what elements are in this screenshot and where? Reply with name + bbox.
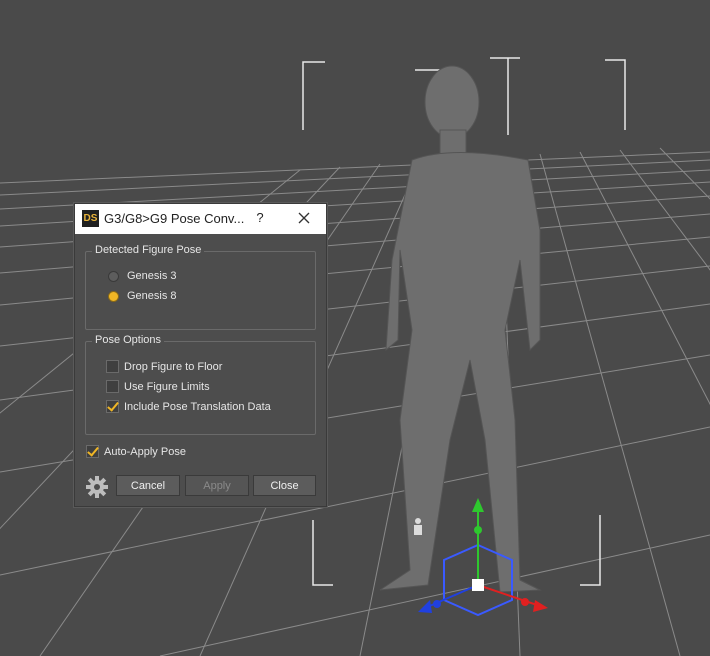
detected-figure-pose-group: Detected Figure Pose Genesis 3 Genesis 8 bbox=[85, 244, 316, 330]
detected-figure-pose-label: Detected Figure Pose bbox=[92, 244, 205, 256]
checkbox-checked[interactable] bbox=[106, 400, 119, 413]
pose-options-label: Pose Options bbox=[92, 334, 165, 346]
radio-label: Genesis 3 bbox=[127, 270, 177, 282]
checkbox-use-figure-limits[interactable]: Use Figure Limits bbox=[106, 380, 210, 393]
daz-studio-logo-icon: DS bbox=[82, 210, 99, 227]
figure-pick-icon[interactable] bbox=[414, 518, 422, 535]
dialog-title: G3/G8>G9 Pose Conv... bbox=[104, 211, 245, 226]
checkbox-label: Include Pose Translation Data bbox=[124, 400, 271, 413]
radio-button[interactable] bbox=[108, 270, 119, 282]
checkbox-checked[interactable] bbox=[86, 445, 99, 458]
help-button[interactable]: ? bbox=[253, 210, 267, 225]
checkbox-label: Use Figure Limits bbox=[124, 380, 210, 393]
close-icon[interactable] bbox=[295, 209, 313, 227]
apply-button[interactable]: Apply bbox=[185, 475, 249, 496]
checkbox[interactable] bbox=[106, 360, 119, 373]
gear-icon[interactable] bbox=[85, 475, 109, 499]
checkbox-label: Auto-Apply Pose bbox=[104, 445, 186, 458]
close-button[interactable]: Close bbox=[253, 475, 316, 496]
radio-button-selected[interactable] bbox=[108, 290, 119, 302]
radio-genesis-3[interactable]: Genesis 3 bbox=[108, 270, 177, 282]
checkbox-label: Drop Figure to Floor bbox=[124, 360, 223, 373]
cancel-button[interactable]: Cancel bbox=[116, 475, 180, 496]
checkbox-include-pose-translation-data[interactable]: Include Pose Translation Data bbox=[106, 400, 271, 413]
checkbox[interactable] bbox=[106, 380, 119, 393]
pose-converter-dialog: DS G3/G8>G9 Pose Conv... ? Detected Figu… bbox=[74, 203, 327, 507]
radio-label: Genesis 8 bbox=[127, 290, 177, 302]
checkbox-auto-apply-pose[interactable]: Auto-Apply Pose bbox=[86, 445, 186, 458]
radio-genesis-8[interactable]: Genesis 8 bbox=[108, 290, 177, 302]
checkbox-drop-figure-to-floor[interactable]: Drop Figure to Floor bbox=[106, 360, 222, 373]
pose-options-group: Pose Options Drop Figure to Floor Use Fi… bbox=[85, 334, 316, 435]
dialog-titlebar[interactable]: DS G3/G8>G9 Pose Conv... ? bbox=[75, 204, 326, 234]
